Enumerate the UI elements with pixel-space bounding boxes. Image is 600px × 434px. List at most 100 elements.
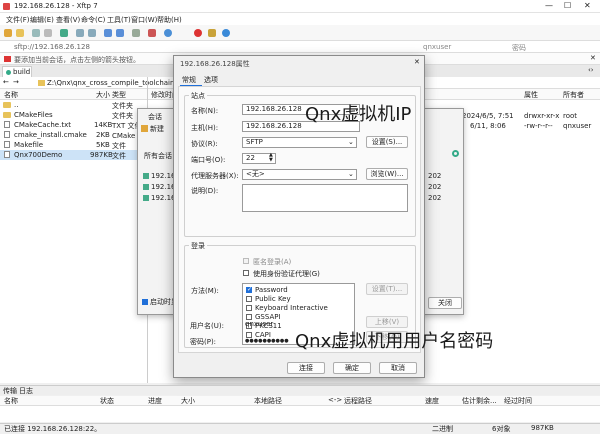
menu-file[interactable]: 文件(F) bbox=[6, 15, 30, 25]
menu-edit[interactable]: 编辑(E) bbox=[30, 15, 54, 25]
protocol-settings-button[interactable]: 设置(S)... bbox=[366, 136, 408, 148]
xfer-col[interactable]: 本地路径 bbox=[254, 396, 282, 406]
menu-bar: 文件(F) 编辑(E) 查看(V) 命令(C) 工具(T) 窗口(W) 帮助(H… bbox=[0, 13, 600, 25]
menu-tools[interactable]: 工具(T) bbox=[107, 15, 131, 25]
minimize-button[interactable]: — bbox=[545, 1, 553, 10]
close-button[interactable]: ✕ bbox=[584, 1, 591, 10]
file-size: 2KB bbox=[96, 131, 110, 139]
refresh-sessions-icon[interactable] bbox=[452, 150, 459, 157]
proxy-select[interactable]: <无> ⌄ bbox=[242, 169, 357, 180]
session-item[interactable]: 192.168. bbox=[142, 172, 176, 181]
path-forward-icon[interactable]: → bbox=[13, 78, 19, 86]
folder-icon bbox=[3, 112, 11, 118]
stop-icon[interactable] bbox=[148, 29, 156, 37]
path-back-icon[interactable]: ← bbox=[3, 78, 9, 86]
menu-window[interactable]: 窗口(W) bbox=[131, 15, 157, 25]
file-name: Qnx700Demo bbox=[14, 151, 62, 159]
password-input[interactable]: 密码 bbox=[512, 43, 526, 53]
xfer-col[interactable]: 大小 bbox=[181, 396, 195, 406]
username-input[interactable]: qnxuser bbox=[423, 43, 451, 51]
list-item[interactable]: Makefile 5KB 文件 bbox=[0, 140, 147, 150]
connect-icon[interactable] bbox=[32, 29, 40, 37]
list-item[interactable]: cmake_install.cmake 2KB CMake 文 bbox=[0, 130, 147, 140]
spinner-icon[interactable]: ▲▼ bbox=[269, 153, 273, 163]
menu-help[interactable]: 帮助(H) bbox=[157, 15, 182, 25]
col-name[interactable]: 名称 bbox=[4, 90, 18, 100]
upload-icon[interactable] bbox=[104, 29, 112, 37]
list-item[interactable]: CMakeCache.txt 14KB TXT 文件 bbox=[0, 120, 147, 130]
help-icon[interactable] bbox=[222, 29, 230, 37]
list-item[interactable]: .. 文件夹 bbox=[0, 100, 147, 110]
remote-modified: 6/11, 8:06 bbox=[470, 122, 506, 130]
new-session-button[interactable]: 新建 bbox=[150, 124, 164, 134]
method-checkbox[interactable] bbox=[246, 296, 252, 302]
method-checkbox[interactable] bbox=[246, 305, 252, 311]
dialog-close-button[interactable]: ✕ bbox=[414, 58, 420, 66]
tab-list-chevron-icon[interactable]: ‹› bbox=[588, 66, 594, 74]
session-item[interactable]: 192.168. bbox=[142, 183, 176, 192]
xfer-col[interactable]: 远程路径 bbox=[344, 396, 372, 406]
username-label: 用户名(U): bbox=[190, 321, 224, 331]
menu-command[interactable]: 命令(C) bbox=[81, 15, 105, 25]
password-input[interactable]: ●●●●●●●●●● bbox=[241, 335, 297, 346]
proxy-browse-button[interactable]: 浏览(W)... bbox=[366, 168, 408, 180]
open-folder-icon[interactable] bbox=[16, 29, 24, 37]
remote-owner: qnxuser bbox=[563, 122, 591, 130]
xfer-col[interactable]: 估计剩余... bbox=[462, 396, 497, 406]
session-icon bbox=[143, 184, 149, 190]
description-textarea[interactable] bbox=[242, 184, 408, 212]
name-label: 名称(N): bbox=[191, 106, 218, 116]
refresh-icon[interactable] bbox=[60, 29, 68, 37]
col-size[interactable]: 大小 bbox=[96, 90, 110, 100]
protocol-label: 协议(R): bbox=[191, 139, 218, 149]
tab-general[interactable]: 常规 bbox=[182, 75, 196, 85]
protocol-select[interactable]: SFTP ⌄ bbox=[242, 137, 357, 148]
session-close-button[interactable]: 关闭 bbox=[428, 297, 462, 309]
local-path[interactable]: Z:\Qnx\qnx_cross_compile_toolchain\build bbox=[47, 79, 194, 87]
arrow-icon[interactable] bbox=[4, 56, 11, 62]
col-owner[interactable]: 所有者 bbox=[563, 90, 584, 100]
download-icon[interactable] bbox=[116, 29, 124, 37]
session-item[interactable]: 192.168. bbox=[142, 194, 176, 203]
menu-view[interactable]: 查看(V) bbox=[56, 15, 80, 25]
session-title: 会话 bbox=[148, 112, 162, 122]
address-input[interactable]: sftp://192.168.26.128 bbox=[14, 43, 90, 51]
file-name: CMakeCache.txt bbox=[14, 121, 71, 129]
method-settings-button[interactable]: 设置(T)... bbox=[366, 283, 408, 295]
username-input[interactable]: qnxuser bbox=[241, 319, 297, 330]
agent-checkbox[interactable] bbox=[243, 270, 249, 276]
new-icon bbox=[141, 125, 148, 132]
col-type[interactable]: 类型 bbox=[112, 90, 126, 100]
xfer-col[interactable]: 经过时间 bbox=[504, 396, 532, 406]
xfer-col[interactable]: <-> bbox=[328, 396, 342, 404]
startup-checkbox[interactable] bbox=[142, 299, 148, 305]
back-icon[interactable] bbox=[76, 29, 84, 37]
method-checkbox[interactable] bbox=[246, 287, 252, 293]
port-input[interactable]: 22 ▲▼ bbox=[242, 153, 276, 164]
lock-icon[interactable] bbox=[208, 29, 216, 37]
cancel-button[interactable]: 取消 bbox=[379, 362, 417, 374]
disconnect-icon[interactable] bbox=[44, 29, 52, 37]
list-item[interactable]: Qnx700Demo 987KB 文件 bbox=[0, 150, 147, 160]
sync-icon[interactable] bbox=[132, 29, 140, 37]
xfer-col[interactable]: 名称 bbox=[4, 396, 18, 406]
xfer-col[interactable]: 状态 bbox=[100, 396, 114, 406]
anon-checkbox[interactable] bbox=[243, 258, 249, 264]
forward-icon[interactable] bbox=[88, 29, 96, 37]
xfer-col[interactable]: 速度 bbox=[425, 396, 439, 406]
tab-options[interactable]: 选项 bbox=[204, 75, 218, 85]
tab-transfer[interactable]: 传输 bbox=[3, 386, 17, 396]
globe-icon[interactable] bbox=[164, 29, 172, 37]
xfer-col[interactable]: 进度 bbox=[148, 396, 162, 406]
connect-button[interactable]: 连接 bbox=[287, 362, 325, 374]
port-label: 端口号(O): bbox=[191, 155, 225, 165]
maximize-button[interactable]: ☐ bbox=[564, 1, 571, 10]
ok-button[interactable]: 确定 bbox=[333, 362, 371, 374]
xshell-icon[interactable] bbox=[194, 29, 202, 37]
col-attr[interactable]: 属性 bbox=[524, 90, 538, 100]
new-session-icon[interactable] bbox=[4, 29, 12, 37]
list-item[interactable]: CMakeFiles 文件夹 bbox=[0, 110, 147, 120]
tab-build[interactable]: build bbox=[2, 66, 32, 77]
hint-close-icon[interactable]: ✕ bbox=[590, 54, 596, 62]
tab-log[interactable]: 日志 bbox=[19, 386, 33, 396]
